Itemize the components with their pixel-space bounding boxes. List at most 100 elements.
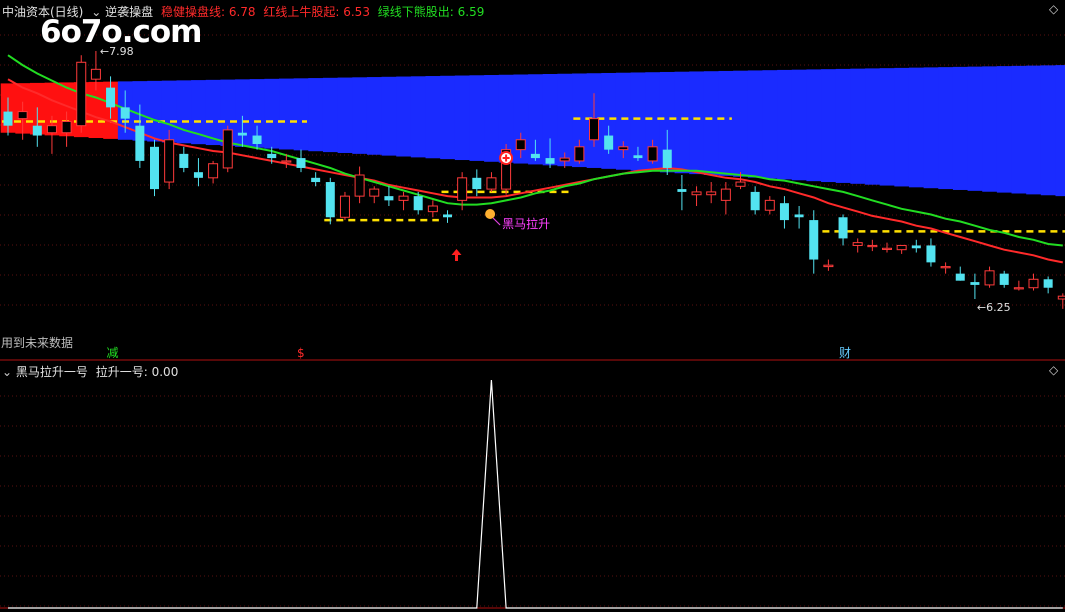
up-arrow-icon (451, 249, 462, 261)
candle-body (589, 118, 599, 141)
candle-body (413, 196, 423, 211)
sub-expand-icon[interactable]: ◇ (1049, 363, 1058, 377)
candle-body (281, 160, 292, 163)
candle-body (515, 139, 526, 151)
sub-indicator-name[interactable]: 黑马拉升一号 (16, 365, 88, 379)
band-segment (147, 80, 163, 142)
sub-line-value: 0.00 (151, 365, 179, 379)
band-segment (1055, 65, 1065, 197)
candle-body (267, 153, 277, 159)
candle-body (311, 177, 321, 183)
candle-body (999, 273, 1009, 285)
band-segment (396, 76, 412, 157)
candle-body (984, 270, 995, 286)
candle-body (135, 125, 145, 161)
candle-body (90, 68, 101, 80)
candle-body (472, 177, 482, 190)
candle-body (32, 125, 42, 136)
candle-body (662, 149, 672, 168)
candle-body (325, 182, 335, 218)
chart-canvas: ←7.98←6.25黑马拉升减 $ 财 (0, 34, 1065, 609)
sub-line-label: 拉升一号: (95, 365, 148, 379)
candle-body (1013, 287, 1024, 290)
band-segment (777, 69, 793, 180)
candle-body (46, 125, 57, 134)
band-segment (352, 77, 368, 154)
candle-body (530, 153, 540, 159)
candle-body (970, 282, 980, 285)
candle-body (1043, 279, 1053, 288)
band-segment (337, 77, 353, 153)
band-segment (322, 77, 339, 153)
band-segment (967, 66, 983, 191)
band-segment (865, 68, 881, 185)
band-segment (469, 75, 485, 161)
band-segment (308, 78, 324, 152)
candle-body (427, 205, 438, 213)
band-segment (440, 75, 456, 160)
band-segment (205, 79, 222, 146)
candle-body (677, 189, 687, 192)
band-segment (454, 75, 471, 161)
candle-body (457, 177, 468, 201)
expand-icon[interactable]: ◇ (1049, 2, 1058, 16)
pointer-arrow (492, 217, 501, 226)
band-segment (996, 66, 1013, 193)
candle-body (691, 191, 702, 196)
sub-indicator-dropdown-icon[interactable]: ⌄ (2, 365, 12, 379)
candle-body (486, 177, 497, 190)
candle-body (222, 129, 233, 169)
candle-body (574, 146, 585, 162)
band-segment (923, 67, 939, 189)
band-segment (264, 78, 280, 149)
band-segment (894, 67, 910, 187)
band-segment (762, 70, 778, 179)
candle-body (955, 273, 965, 281)
candle-body (237, 132, 247, 136)
candle-body (926, 245, 936, 263)
candle-body (764, 199, 775, 211)
band-segment (381, 76, 397, 156)
band-segment (1011, 65, 1027, 194)
candle-body (106, 87, 116, 108)
candle-body (193, 172, 203, 178)
band-segment (689, 71, 705, 175)
candle-body (633, 155, 643, 159)
line2-label: 红线上牛股起: (263, 5, 340, 19)
candle-body (369, 188, 380, 197)
band-segment (850, 68, 866, 184)
candle-body (150, 146, 159, 190)
candle-body (604, 135, 614, 150)
candle-body (559, 157, 570, 162)
band-segment (747, 70, 764, 178)
line3-label: 绿线下熊股出: (377, 5, 454, 19)
line3-value: 6.59 (457, 5, 485, 19)
candle-body (296, 158, 306, 168)
band-segment (733, 70, 749, 177)
band-segment (601, 72, 617, 169)
candle-body (896, 244, 907, 251)
candle-body (940, 266, 951, 269)
candle-body (443, 214, 452, 218)
sub-indicator-line (8, 379, 1063, 609)
low-price-label: ←6.25 (977, 301, 1011, 314)
band-segment (821, 69, 837, 183)
band-segment (557, 73, 573, 167)
band-segment (293, 78, 309, 151)
marker-label: 黑马拉升 (502, 216, 550, 231)
watermark-logo: 6o7o.com (40, 14, 202, 50)
future-data-note: 用到未来数据 (1, 336, 74, 350)
candle-body (823, 264, 834, 268)
band-segment (908, 67, 925, 188)
band-segment (176, 80, 192, 144)
band-segment (366, 77, 383, 155)
band-segment (1026, 65, 1042, 195)
band-segment (410, 76, 427, 158)
candle-body (706, 191, 717, 196)
band-segment (484, 75, 500, 162)
candle-body (779, 203, 789, 221)
band-segment (806, 69, 822, 182)
candle-body (852, 242, 863, 246)
band-segment (1040, 65, 1057, 196)
candle-body (809, 220, 819, 260)
